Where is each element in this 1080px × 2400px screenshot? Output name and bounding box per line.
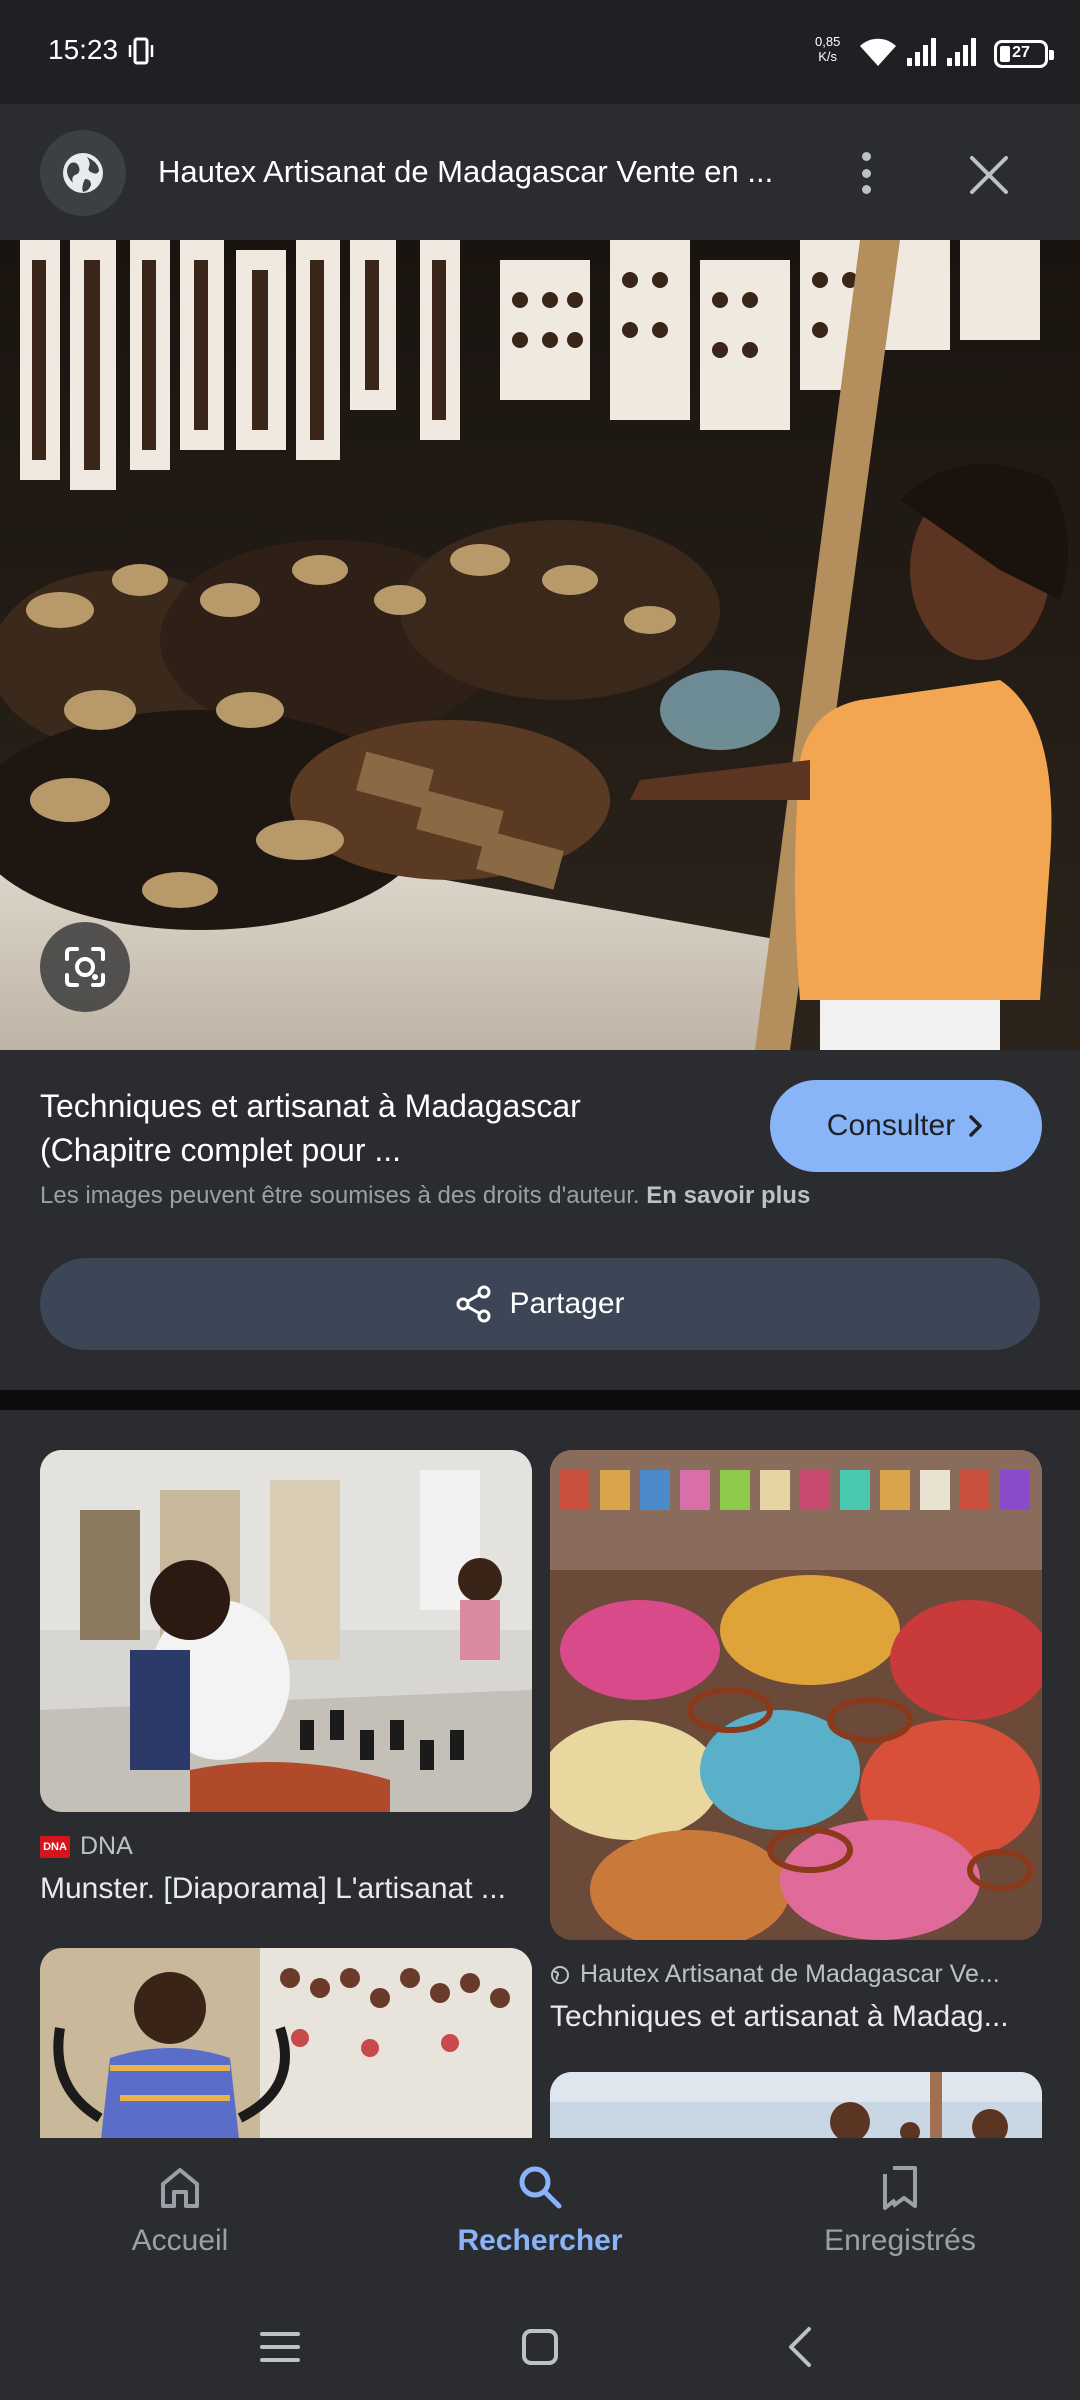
home-button[interactable] xyxy=(510,2322,570,2372)
nav-search-label: Rechercher xyxy=(457,2224,623,2257)
signal-icon-2 xyxy=(947,38,976,66)
related-image-3[interactable] xyxy=(40,1948,532,2138)
more-options-button[interactable] xyxy=(848,148,884,198)
wifi-icon xyxy=(860,38,896,66)
share-label: Partager xyxy=(509,1287,625,1320)
related-image-1[interactable] xyxy=(40,1450,532,1812)
related-source-1: DNA DNA xyxy=(40,1832,133,1861)
learn-more-link[interactable]: En savoir plus xyxy=(646,1182,810,1209)
related-image-4[interactable] xyxy=(550,2072,1042,2138)
search-icon xyxy=(519,2166,562,2209)
bottom-navigation: Accueil Rechercher Enregistrés xyxy=(0,2138,1080,2290)
network-speed: 0,85 K/s xyxy=(815,34,840,64)
battery-level: 27 xyxy=(1012,44,1030,61)
nav-saved[interactable]: Enregistrés xyxy=(780,2162,1020,2282)
consult-button[interactable]: Consulter xyxy=(770,1080,1042,1172)
market-stall-photo xyxy=(0,240,1080,1050)
related-source-2: Hautex Artisanat de Madagascar Ve... xyxy=(550,1960,1000,1989)
vibrate-icon xyxy=(128,37,154,65)
share-icon xyxy=(456,1285,491,1323)
status-time: 15:23 xyxy=(48,34,119,65)
copyright-notice: Les images peuvent être soumises à des d… xyxy=(40,1182,810,1210)
share-button[interactable]: Partager xyxy=(40,1258,1040,1350)
copyright-text: Les images peuvent être soumises à des d… xyxy=(40,1182,640,1209)
dna-logo: DNA xyxy=(40,1835,70,1858)
recents-button[interactable] xyxy=(250,2322,310,2372)
site-favicon[interactable] xyxy=(40,130,126,216)
viewer-header: Hautex Artisanat de Madagascar Vente en … xyxy=(0,104,1080,240)
related-images-grid: DNA DNA Munster. [Diaporama] L'artisanat… xyxy=(0,1410,1080,2138)
result-title-line-1: Techniques et artisanat à Madagascar xyxy=(40,1088,581,1124)
network-speed-unit: K/s xyxy=(818,49,838,64)
bookmarks-icon xyxy=(883,2166,917,2210)
lens-icon xyxy=(65,947,105,987)
result-info-panel: Techniques et artisanat à Madagascar (Ch… xyxy=(0,1050,1080,1390)
system-navigation-bar xyxy=(0,2290,1080,2400)
globe-icon xyxy=(63,153,103,193)
result-title[interactable]: Techniques et artisanat à Madagascar (Ch… xyxy=(40,1084,740,1172)
more-dot-icon xyxy=(861,168,871,178)
back-chevron-icon xyxy=(789,2327,811,2367)
page-title[interactable]: Hautex Artisanat de Madagascar Vente en … xyxy=(158,154,773,190)
more-dot-icon xyxy=(861,185,871,194)
result-title-line-2: (Chapitre complet pour ... xyxy=(40,1132,402,1168)
consult-label: Consulter xyxy=(826,1109,956,1142)
menu-icon xyxy=(260,2332,300,2362)
main-image[interactable] xyxy=(0,240,1080,1050)
network-speed-value: 0,85 xyxy=(815,34,841,49)
home-icon xyxy=(161,2168,199,2208)
chevron-right-icon xyxy=(969,1115,982,1137)
related-image-2[interactable] xyxy=(550,1450,1042,1940)
square-icon xyxy=(522,2329,558,2365)
nav-search[interactable]: Rechercher xyxy=(420,2162,660,2282)
related-title-1[interactable]: Munster. [Diaporama] L'artisanat ... xyxy=(40,1872,506,1906)
battery-indicator: 27 xyxy=(994,40,1054,68)
nav-home-label: Accueil xyxy=(131,2224,229,2257)
related-source-name-2: Hautex Artisanat de Madagascar Ve... xyxy=(580,1960,1000,1988)
globe-icon xyxy=(551,1965,569,1984)
back-button[interactable] xyxy=(770,2322,830,2372)
more-dot-icon xyxy=(861,152,871,161)
related-title-2[interactable]: Techniques et artisanat à Madag... xyxy=(550,2000,1009,2034)
close-icon[interactable] xyxy=(962,148,1016,202)
status-bar: 15:23 0,85 K/s 27 xyxy=(0,0,1080,104)
nav-home[interactable]: Accueil xyxy=(60,2162,300,2282)
lens-search-button[interactable] xyxy=(40,922,130,1012)
section-divider xyxy=(0,1390,1080,1410)
signal-icon xyxy=(907,38,936,66)
related-source-name-1: DNA xyxy=(80,1832,133,1860)
nav-saved-label: Enregistrés xyxy=(824,2224,976,2257)
